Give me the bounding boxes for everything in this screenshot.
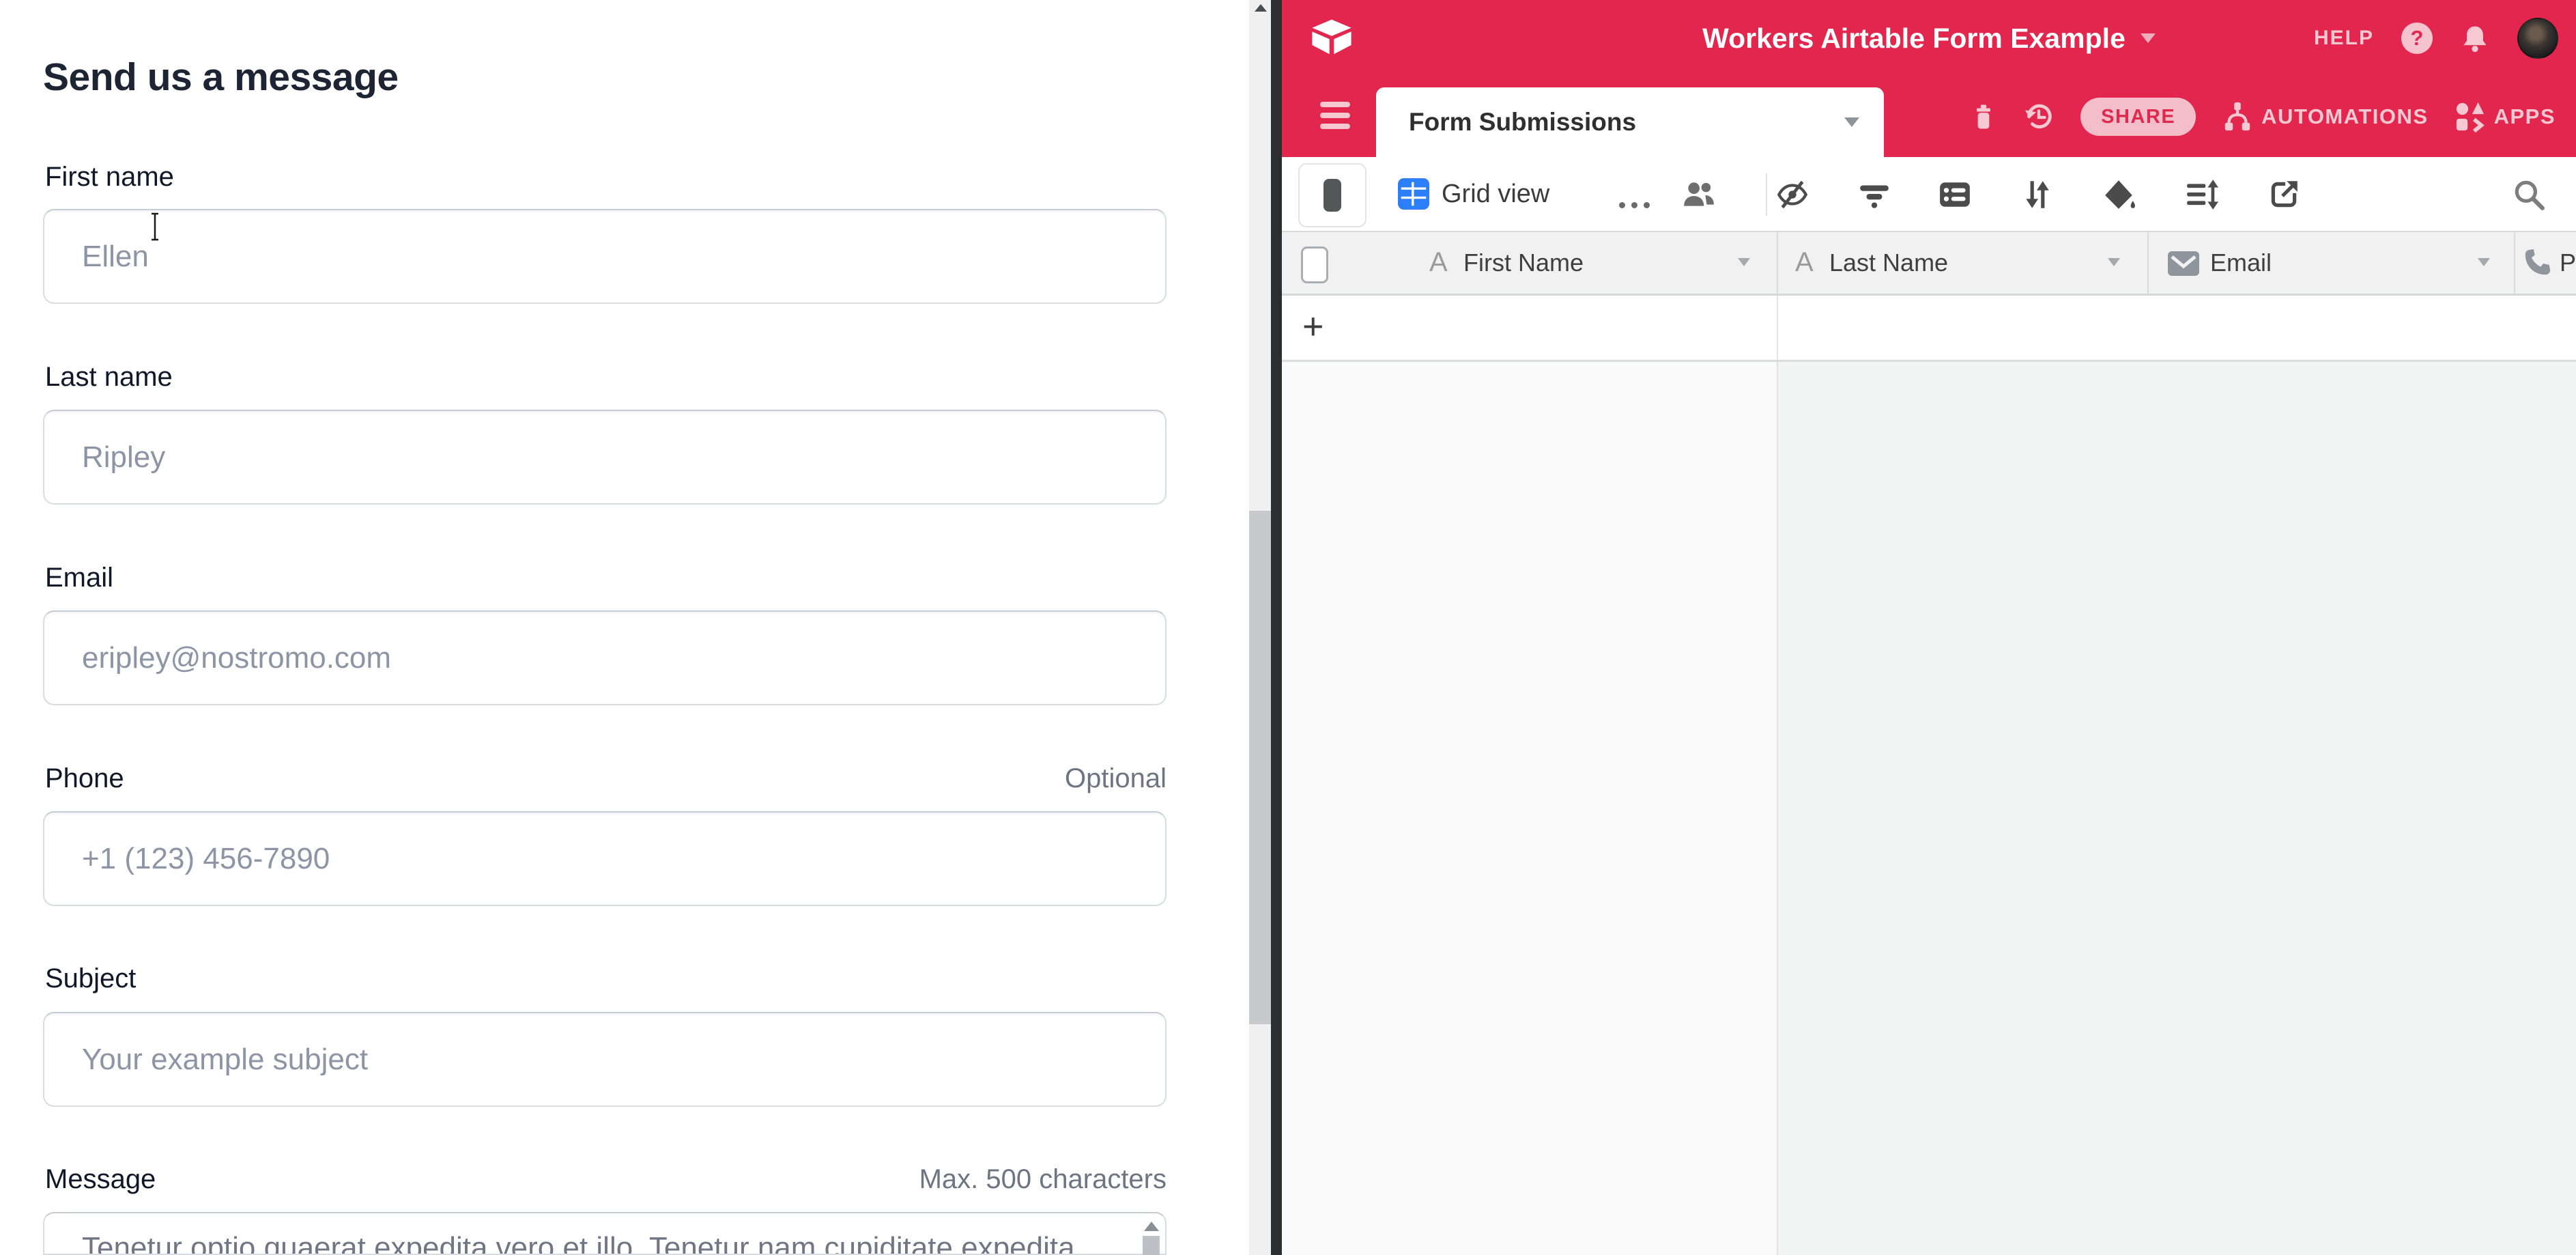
viewbar-right-cluster: SHARE AUTOMATIONS [1970,76,2556,157]
column-header-last-name[interactable]: Last Name [1829,249,1948,277]
view-name: Grid view [1442,180,1549,209]
message-textarea[interactable]: Tenetur optio quaerat expedita vero et i… [43,1212,1167,1255]
select-all-checkbox[interactable] [1301,246,1328,283]
add-row-plus[interactable]: + [1302,305,1324,348]
chevron-down-icon[interactable] [1738,258,1750,266]
last-name-label: Last name [45,362,173,393]
sidebar-toggle-button[interactable] [1298,163,1366,227]
airtable-topbar: Workers Airtable Form Example HELP ? [1282,0,2576,76]
grid-view-icon [1398,178,1429,210]
subject-input[interactable] [43,1012,1167,1107]
textarea-scroll-up-icon[interactable] [1144,1222,1159,1231]
airtable-pane: Workers Airtable Form Example HELP ? For… [1282,0,2576,1255]
text-field-icon: A [1795,247,1814,278]
toolbar-separator [1766,173,1767,216]
column-divider[interactable] [2514,232,2515,294]
scroll-up-arrow-icon[interactable] [1255,4,1267,12]
avatar[interactable] [2517,18,2558,59]
column-divider [1777,362,1778,1255]
text-cursor-icon [149,212,161,242]
view-toolbar: Grid view [1282,157,2576,232]
chevron-down-icon [1844,117,1859,127]
column-divider[interactable] [1777,232,1778,294]
bell-icon[interactable] [2460,22,2490,55]
subject-label: Subject [45,963,136,994]
message-label: Message [45,1164,156,1195]
color-icon[interactable] [2102,178,2136,212]
chevron-down-icon [2141,33,2156,43]
filter-icon[interactable] [1857,178,1891,212]
tab-label: Form Submissions [1409,108,1844,137]
grid-body-primary-column [1282,362,1777,1255]
page-scrollbar-thumb[interactable] [1249,511,1271,1024]
grid-view-button[interactable]: Grid view [1398,157,1549,231]
question-badge-icon[interactable]: ? [2401,23,2433,54]
more-options-icon[interactable] [1619,202,1650,208]
first-name-input[interactable] [43,209,1167,304]
airtable-viewbar: Form Submissions SHARE [1282,76,2576,157]
phone-field-icon [2521,247,2553,279]
topbar-right-cluster: HELP ? [2314,0,2558,76]
chevron-down-icon[interactable] [2478,258,2490,266]
automations-button[interactable]: AUTOMATIONS [2222,101,2428,132]
history-icon[interactable] [2023,101,2055,132]
grid-column-headers: A First Name A Last Name Email P [1282,232,2576,296]
menu-icon[interactable] [1320,102,1350,129]
row-height-icon[interactable] [2184,178,2218,212]
email-field-icon [2168,250,2199,277]
apps-button[interactable]: APPS [2455,101,2556,132]
share-button[interactable]: SHARE [2080,98,2196,136]
trash-icon[interactable] [1970,101,1997,132]
column-header-email[interactable]: Email [2210,249,2272,277]
column-header-first-name[interactable]: First Name [1463,249,1584,277]
column-divider [1777,296,1778,360]
last-name-input[interactable] [43,410,1167,505]
email-input[interactable] [43,610,1167,705]
first-name-label: First name [45,162,174,193]
apps-icon [2455,101,2486,132]
collaborators-icon[interactable] [1682,178,1716,212]
grid-body [1282,362,2576,1255]
column-divider[interactable] [2147,232,2149,294]
sidebar-toggle-icon [1323,179,1341,212]
window-divider [1271,0,1282,1255]
screen: Send us a message First name Last name E… [0,0,2576,1255]
column-header-phone[interactable]: P [2560,249,2576,277]
add-row[interactable]: + [1282,296,2576,362]
tab-form-submissions[interactable]: Form Submissions [1376,87,1884,157]
help-button[interactable]: HELP [2314,27,2374,50]
phone-optional-hint: Optional [1065,763,1167,794]
phone-label: Phone [45,763,124,794]
form-title: Send us a message [43,55,399,100]
search-icon[interactable] [2512,178,2546,212]
form-pane: Send us a message First name Last name E… [0,0,1250,1255]
phone-input[interactable] [43,811,1167,906]
sort-icon[interactable] [2020,178,2055,212]
base-title: Workers Airtable Form Example [1702,23,2126,55]
textarea-scrollbar-thumb[interactable] [1143,1236,1160,1255]
hide-fields-icon[interactable] [1775,178,1809,212]
automations-icon [2222,101,2253,132]
message-maxchars-hint: Max. 500 characters [919,1164,1167,1195]
email-label: Email [45,563,113,593]
share-view-icon[interactable] [2267,178,2301,212]
group-icon[interactable] [1938,178,1972,212]
chevron-down-icon[interactable] [2108,258,2120,266]
text-field-icon: A [1429,247,1448,278]
